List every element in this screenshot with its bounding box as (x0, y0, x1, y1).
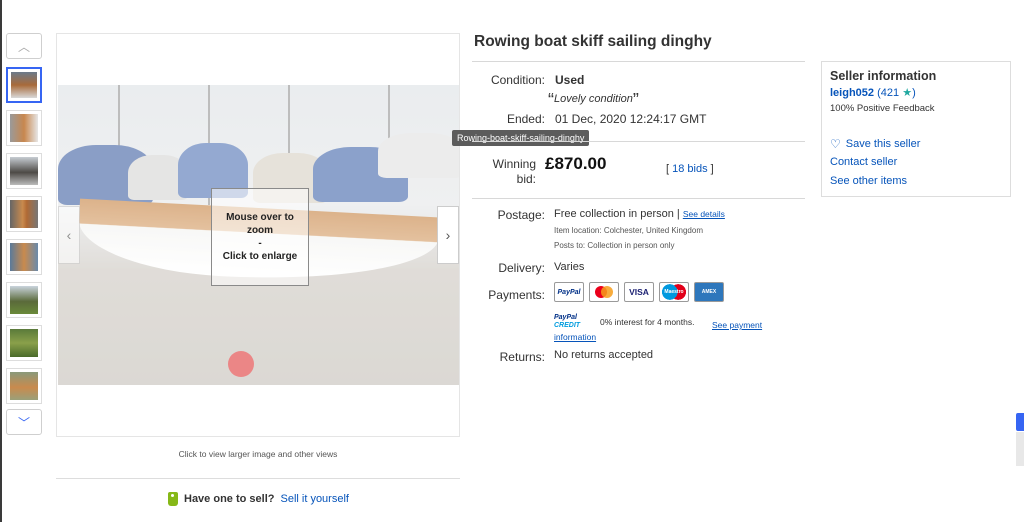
window-edge (0, 0, 2, 522)
item-location-label: Item location: (554, 226, 602, 235)
bid-count-bracket: [ (666, 163, 670, 175)
winning-bid-label-line: bid: (516, 172, 536, 186)
open-quote: “ (548, 90, 554, 110)
ended-label: Ended: (506, 112, 545, 126)
seller-information-heading: Seller information (830, 69, 937, 83)
side-panel-fragment (1016, 432, 1024, 466)
postage-value: Free collection in person (554, 208, 674, 220)
divider (472, 198, 805, 199)
paypal-logo: PayPal (554, 282, 584, 302)
thumbnail-2[interactable] (6, 110, 42, 146)
contact-seller-link[interactable]: Contact seller (830, 156, 897, 168)
thumbnail-5[interactable] (6, 239, 42, 275)
divider (472, 141, 805, 142)
see-payment-link-continued[interactable]: information (554, 332, 596, 342)
amex-logo: AMEX (694, 282, 724, 302)
thumbnail-scroll-down-button[interactable]: ﹀ (6, 409, 42, 435)
chevron-right-icon: › (445, 227, 451, 243)
positive-feedback: 100% Positive Feedback (830, 103, 935, 114)
close-quote: ” (632, 90, 639, 110)
seller-information-panel: Seller information leigh052 (421 ★) 100%… (821, 61, 1011, 197)
seller-identity: leigh052 (421 ★) (830, 86, 916, 99)
image-tooltip: Rowing-boat-skiff-sailing-dinghy (452, 130, 590, 146)
thumbnail-1[interactable] (6, 67, 42, 103)
zoom-lens[interactable]: Mouse over to zoom - Click to enlarge (211, 188, 309, 286)
paypal-credit-logo: PayPal CREDIT (554, 314, 592, 330)
posts-to-value: Collection in person only (587, 241, 675, 250)
paypal-credit-logo-line: PayPal (554, 314, 577, 321)
feedback-score: (421 (877, 87, 900, 99)
delivery-value: Varies (554, 261, 585, 273)
mastercard-logo (589, 282, 619, 302)
main-image-viewer[interactable]: ‹ › Mouse over to zoom - Click to enlarg… (56, 33, 460, 437)
save-seller-button[interactable]: ♡ Save this seller (830, 137, 920, 151)
chevron-left-icon: ‹ (66, 227, 72, 243)
condition-value: Used (555, 73, 585, 87)
save-seller-label: Save this seller (845, 138, 921, 150)
previous-image-button[interactable]: ‹ (58, 206, 80, 264)
thumbnail-scroll-up-button[interactable]: ︿ (6, 33, 42, 59)
bid-count-bracket: ] (710, 163, 714, 175)
posts-to-label: Posts to: (554, 241, 586, 250)
paypal-credit-logo-line: CREDIT (554, 322, 581, 329)
star-icon: ★ (902, 87, 913, 99)
visa-logo: VISA (624, 282, 654, 302)
thumbnail-6[interactable] (6, 282, 42, 318)
winning-bid-label: Winning bid: (470, 157, 536, 187)
delivery-label: Delivery: (498, 261, 545, 275)
sell-it-yourself-link[interactable]: Sell it yourself (280, 493, 348, 505)
see-payment-link[interactable]: See payment (712, 320, 762, 330)
payment-methods: PayPal VISA Maestro AMEX (554, 282, 724, 302)
postage-line: Free collection in person | See details (554, 208, 725, 220)
bid-history-link[interactable]: 18 bids (672, 163, 707, 175)
payments-label: Payments: (488, 288, 545, 302)
sell-prompt: Have one to sell? Sell it yourself (168, 492, 349, 506)
see-details-link[interactable]: See details (683, 209, 725, 219)
price-tag-icon (168, 492, 178, 506)
zoom-hint-line: Mouse over to zoom (226, 212, 294, 236)
bid-count: [ 18 bids ] (666, 163, 714, 175)
returns-value: No returns accepted (554, 349, 654, 361)
postage-label: Postage: (497, 208, 545, 222)
credit-offer: 0% interest for 4 months. (600, 317, 695, 327)
condition-label: Condition: (490, 73, 545, 87)
divider (472, 61, 805, 62)
feedback-score-close: ) (912, 87, 916, 99)
winning-bid-price: £870.00 (545, 154, 607, 173)
thumbnail-3[interactable] (6, 153, 42, 189)
heart-icon: ♡ (830, 137, 841, 151)
chevron-down-icon: ﹀ (17, 415, 30, 430)
item-location-value: Colchester, United Kingdom (603, 226, 703, 235)
next-image-button[interactable]: › (437, 206, 459, 264)
zoom-hint-separator: - (258, 238, 262, 249)
thumbnail-strip: ︿ ﹀ (6, 33, 42, 435)
item-location: Item location: Colchester, United Kingdo… (554, 226, 703, 235)
winning-bid-label-line: Winning (492, 157, 536, 171)
divider (56, 478, 460, 479)
maestro-logo: Maestro (659, 282, 689, 302)
seller-username-link[interactable]: leigh052 (830, 87, 874, 99)
returns-label: Returns: (499, 350, 545, 364)
thumbnail-8[interactable] (6, 368, 42, 404)
condition-quote-text: Lovely condition (554, 93, 633, 105)
ended-value: 01 Dec, 2020 12:24:17 GMT (555, 112, 707, 126)
feedback-score-link[interactable]: (421 ★) (877, 87, 916, 99)
posts-to: Posts to: Collection in person only (554, 241, 675, 250)
see-other-items-link[interactable]: See other items (830, 175, 907, 187)
condition-description: “Lovely condition” (548, 86, 639, 110)
listing-title: Rowing boat skiff sailing dinghy (474, 33, 712, 50)
zoom-hint-line: Click to enlarge (222, 251, 298, 262)
sell-question: Have one to sell? (184, 493, 275, 505)
postage-separator: | (676, 208, 680, 220)
feedback-tab-fragment[interactable] (1016, 413, 1024, 431)
thumbnail-4[interactable] (6, 196, 42, 232)
click-to-view-hint[interactable]: Click to view larger image and other vie… (56, 449, 460, 459)
thumbnail-7[interactable] (6, 325, 42, 361)
mastercard-mark (595, 286, 613, 298)
chevron-up-icon: ︿ (17, 39, 30, 54)
